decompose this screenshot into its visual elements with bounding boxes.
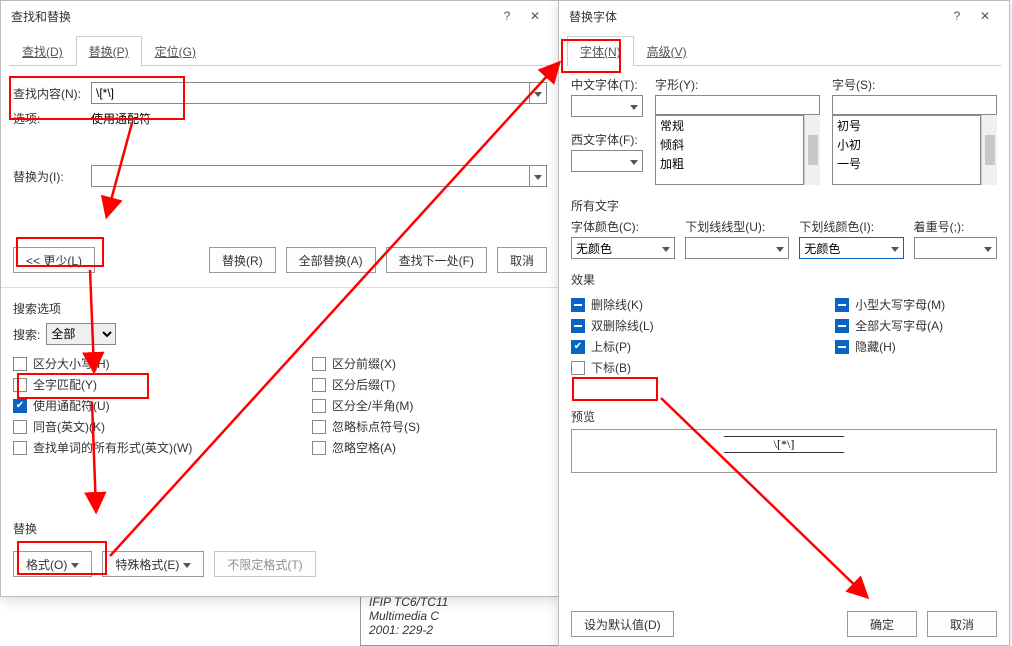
tab-goto[interactable]: 定位(G) bbox=[142, 36, 209, 66]
en-font-label: 西文字体(F): bbox=[571, 131, 643, 148]
options-row: 选项: 使用通配符 bbox=[13, 110, 547, 127]
find-next-button[interactable]: 查找下一处(F) bbox=[386, 247, 487, 273]
find-dropdown[interactable] bbox=[529, 82, 547, 104]
emphasis-combo[interactable] bbox=[914, 237, 997, 259]
titlebar: 查找和替换 ? ✕ bbox=[1, 1, 559, 31]
format-button[interactable]: 格式(O) bbox=[13, 551, 92, 577]
chevron-down-icon bbox=[534, 86, 542, 100]
set-default-button[interactable]: 设为默认值(D) bbox=[571, 611, 674, 637]
find-replace-dialog: 查找和替换 ? ✕ 查找(D) 替换(P) 定位(G) 查找内容(N): 选项:… bbox=[0, 0, 560, 597]
underline-style-combo[interactable] bbox=[685, 237, 789, 259]
replace-section-title: 替换 bbox=[13, 520, 547, 537]
replace-dropdown[interactable] bbox=[529, 165, 547, 187]
less-button[interactable]: << 更少(L) bbox=[13, 247, 95, 273]
options-label: 选项: bbox=[13, 110, 91, 127]
check-ignore-space[interactable]: 忽略空格(A) bbox=[312, 439, 547, 456]
check-smallcaps[interactable]: 小型大写字母(M) bbox=[835, 296, 997, 313]
check-sounds-like[interactable]: 同音(英文)(K) bbox=[13, 418, 312, 435]
check-word-forms[interactable]: 查找单词的所有形式(英文)(W) bbox=[13, 439, 312, 456]
font-color-combo[interactable]: 无颜色 bbox=[571, 237, 675, 259]
replace-all-button[interactable]: 全部替换(A) bbox=[286, 247, 376, 273]
special-button[interactable]: 特殊格式(E) bbox=[102, 551, 204, 577]
dialog-title: 查找和替换 bbox=[11, 8, 493, 25]
check-whole-word[interactable]: 全字匹配(Y) bbox=[13, 376, 312, 393]
close-icon[interactable]: ✕ bbox=[521, 9, 549, 23]
titlebar: 替换字体 ? ✕ bbox=[559, 1, 1009, 31]
chevron-down-icon bbox=[534, 169, 542, 183]
underline-style-label: 下划线线型(U): bbox=[685, 218, 789, 235]
find-input[interactable] bbox=[91, 82, 529, 104]
dialog-title: 替换字体 bbox=[569, 8, 943, 25]
tab-find[interactable]: 查找(D) bbox=[9, 36, 76, 66]
find-row: 查找内容(N): bbox=[13, 82, 547, 104]
replace-font-dialog: 替换字体 ? ✕ 字体(N) 高级(V) 中文字体(T): 西文字体(F): 字… bbox=[558, 0, 1010, 646]
button-row: << 更少(L) 替换(R) 全部替换(A) 查找下一处(F) 取消 bbox=[13, 247, 547, 273]
check-allcaps[interactable]: 全部大写字母(A) bbox=[835, 317, 997, 334]
ok-button[interactable]: 确定 bbox=[847, 611, 917, 637]
cn-font-combo[interactable] bbox=[571, 95, 643, 117]
size-label: 字号(S): bbox=[832, 76, 997, 93]
preview-title: 预览 bbox=[571, 408, 997, 425]
check-half-full[interactable]: 区分全/半角(M) bbox=[312, 397, 547, 414]
help-icon[interactable]: ? bbox=[493, 9, 521, 23]
replace-input[interactable] bbox=[91, 165, 529, 187]
en-font-combo[interactable] bbox=[571, 150, 643, 172]
emphasis-label: 着重号(;): bbox=[914, 218, 997, 235]
check-strike[interactable]: 删除线(K) bbox=[571, 296, 835, 313]
chevron-down-icon bbox=[984, 241, 992, 255]
underline-color-label: 下划线颜色(I): bbox=[799, 218, 903, 235]
effects-title: 效果 bbox=[571, 271, 997, 288]
scrollbar[interactable] bbox=[804, 115, 820, 185]
style-input[interactable] bbox=[655, 95, 820, 115]
replace-row: 替换为(I): bbox=[13, 165, 547, 187]
replace-label: 替换为(I): bbox=[13, 168, 91, 185]
preview-box: \[*\] bbox=[571, 429, 997, 473]
tab-font[interactable]: 字体(N) bbox=[567, 36, 634, 66]
size-input[interactable] bbox=[832, 95, 997, 115]
check-double-strike[interactable]: 双删除线(L) bbox=[571, 317, 835, 334]
chevron-down-icon bbox=[776, 241, 784, 255]
chevron-down-icon bbox=[891, 241, 899, 255]
replace-button[interactable]: 替换(R) bbox=[209, 247, 276, 273]
options-value: 使用通配符 bbox=[91, 110, 151, 127]
no-format-button[interactable]: 不限定格式(T) bbox=[214, 551, 315, 577]
style-list[interactable]: 常规 倾斜 加粗 bbox=[655, 115, 804, 185]
search-scope-label: 搜索: bbox=[13, 326, 40, 343]
check-suffix[interactable]: 区分后缀(T) bbox=[312, 376, 547, 393]
underline-color-combo[interactable]: 无颜色 bbox=[799, 237, 903, 259]
search-scope-select[interactable]: 全部 bbox=[46, 323, 116, 345]
check-subscript[interactable]: 下标(B) bbox=[571, 359, 835, 376]
check-wildcards[interactable]: 使用通配符(U) bbox=[13, 397, 312, 414]
font-color-label: 字体颜色(C): bbox=[571, 218, 675, 235]
scrollbar[interactable] bbox=[981, 115, 997, 185]
search-options-title: 搜索选项 bbox=[13, 300, 547, 317]
all-text-title: 所有文字 bbox=[571, 197, 997, 214]
tabstrip: 查找(D) 替换(P) 定位(G) bbox=[9, 35, 551, 66]
check-superscript[interactable]: 上标(P) bbox=[571, 338, 835, 355]
chevron-down-icon bbox=[630, 154, 638, 168]
help-icon[interactable]: ? bbox=[943, 9, 971, 23]
check-prefix[interactable]: 区分前缀(X) bbox=[312, 355, 547, 372]
tab-advanced[interactable]: 高级(V) bbox=[634, 36, 700, 66]
check-ignore-punct[interactable]: 忽略标点符号(S) bbox=[312, 418, 547, 435]
cn-font-label: 中文字体(T): bbox=[571, 76, 643, 93]
chevron-down-icon bbox=[71, 557, 79, 571]
chevron-down-icon bbox=[662, 241, 670, 255]
check-hidden[interactable]: 隐藏(H) bbox=[835, 338, 997, 355]
chevron-down-icon bbox=[630, 99, 638, 113]
find-label: 查找内容(N): bbox=[13, 85, 91, 102]
cancel-button[interactable]: 取消 bbox=[497, 247, 547, 273]
chevron-down-icon bbox=[183, 557, 191, 571]
size-list[interactable]: 初号 小初 一号 bbox=[832, 115, 981, 185]
close-icon[interactable]: ✕ bbox=[971, 9, 999, 23]
check-match-case[interactable]: 区分大小写(H) bbox=[13, 355, 312, 372]
tab-replace[interactable]: 替换(P) bbox=[76, 36, 142, 66]
cancel-button[interactable]: 取消 bbox=[927, 611, 997, 637]
style-label: 字形(Y): bbox=[655, 76, 820, 93]
